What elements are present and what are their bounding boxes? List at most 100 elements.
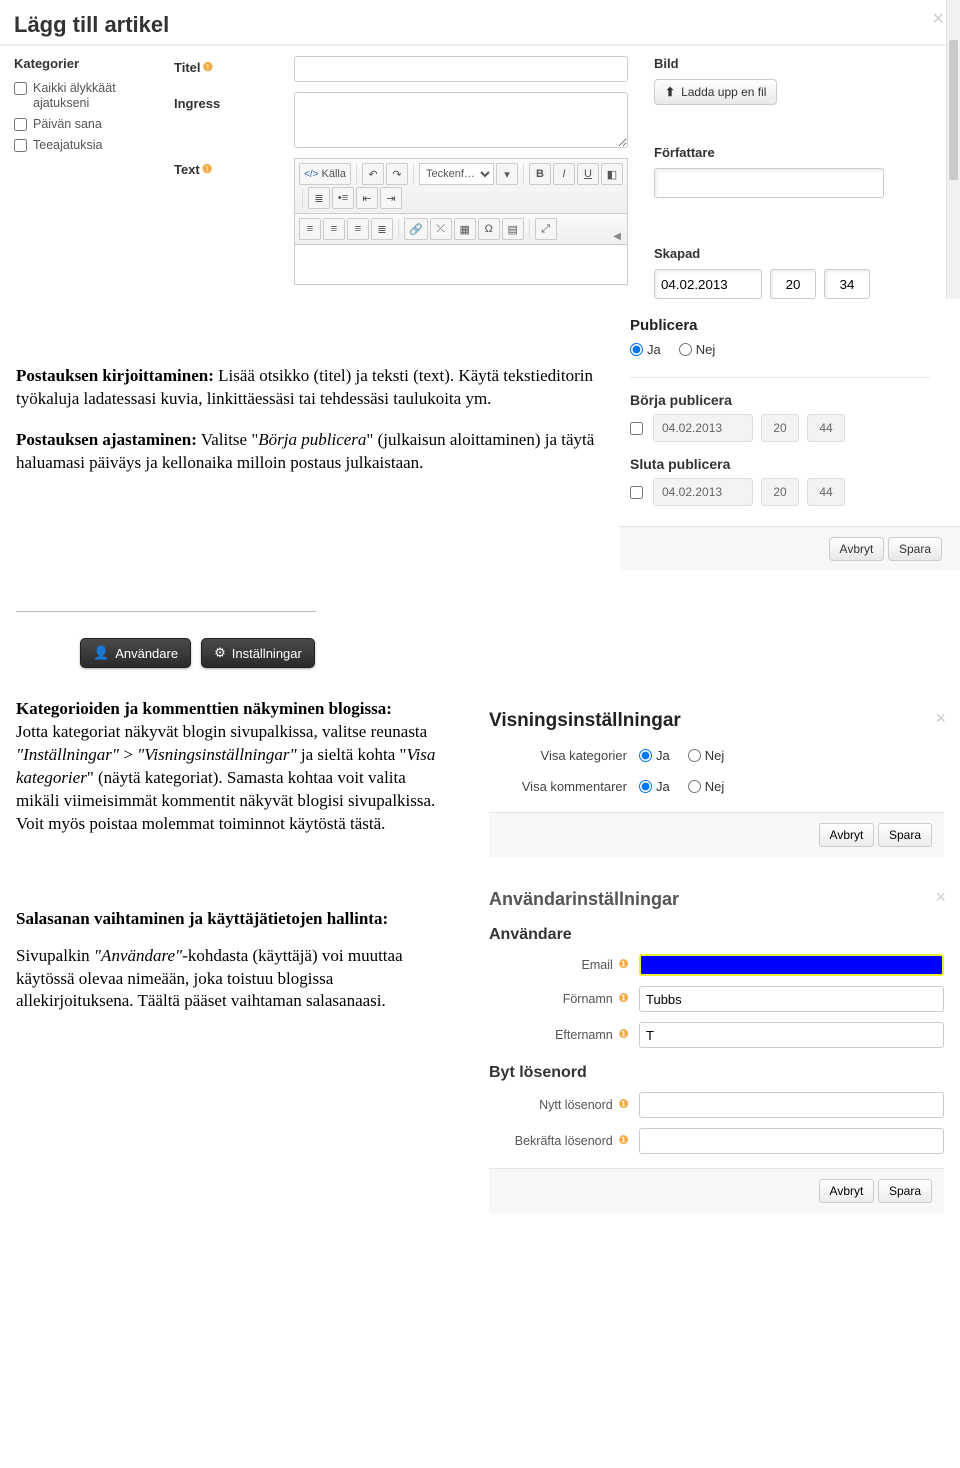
save-button[interactable]: Spara bbox=[878, 823, 932, 847]
category-item[interactable]: Päivän sana bbox=[14, 117, 174, 132]
bullet-list-icon[interactable]: •≡ bbox=[332, 187, 354, 209]
align-center-icon[interactable]: ≡ bbox=[323, 218, 345, 240]
category-checkbox[interactable] bbox=[14, 118, 27, 131]
ingress-textarea[interactable] bbox=[294, 92, 628, 148]
start-publish-checkbox[interactable] bbox=[630, 422, 643, 435]
upload-button[interactable]: ⬆Ladda upp en fil bbox=[654, 79, 777, 105]
created-minute-input[interactable] bbox=[824, 269, 870, 299]
end-minute[interactable]: 44 bbox=[807, 478, 845, 506]
end-publish-checkbox[interactable] bbox=[630, 486, 643, 499]
align-justify-icon[interactable]: ≣ bbox=[371, 218, 393, 240]
link-icon[interactable]: 🔗 bbox=[404, 218, 428, 240]
publish-schedule: Börja publicera 04.02.2013 20 44 Sluta p… bbox=[630, 392, 930, 506]
title-input[interactable] bbox=[294, 56, 628, 82]
required-icon: ❶ bbox=[618, 1097, 629, 1111]
image-icon[interactable]: ▦ bbox=[454, 218, 476, 240]
firstname-input[interactable] bbox=[639, 986, 944, 1012]
instruction-paragraph-2: Kategorioiden ja kommenttien näkyminen b… bbox=[0, 698, 455, 836]
underline-icon[interactable]: U bbox=[577, 163, 599, 185]
user-button[interactable]: 👤Användare bbox=[80, 638, 191, 668]
show-comments-yes[interactable]: Ja bbox=[639, 779, 670, 794]
outdent-icon[interactable]: ⇤ bbox=[356, 187, 378, 209]
created-date-input[interactable] bbox=[654, 269, 762, 299]
source-button[interactable]: </> Källa bbox=[299, 163, 351, 185]
show-comments-no[interactable]: Nej bbox=[688, 779, 725, 794]
numbered-list-icon[interactable]: ≣ bbox=[308, 187, 330, 209]
settings-button[interactable]: ⚙Inställningar bbox=[201, 638, 315, 668]
confirm-password-label: Bekräfta lösenord ❶ bbox=[489, 1134, 639, 1148]
display-settings-footer: Avbryt Spara bbox=[489, 812, 944, 857]
save-button[interactable]: Spara bbox=[878, 1179, 932, 1203]
add-article-dialog: Lägg till artikel × Kategorier Kaikki äl… bbox=[0, 0, 960, 299]
end-publish-label: Sluta publicera bbox=[630, 456, 930, 472]
ingress-label: Ingress bbox=[174, 92, 294, 111]
meta-column: Bild ⬆Ladda upp en fil Författare Skapad bbox=[644, 56, 884, 299]
created-hour-input[interactable] bbox=[770, 269, 816, 299]
undo-icon[interactable]: ↶ bbox=[362, 163, 384, 185]
text-label: Text❶ bbox=[174, 158, 294, 177]
editor-content[interactable] bbox=[294, 245, 628, 285]
start-minute[interactable]: 44 bbox=[807, 414, 845, 442]
save-button[interactable]: Spara bbox=[888, 537, 942, 561]
user-settings-panel: × Användarinställningar Användare Email … bbox=[473, 875, 960, 1213]
created-fields bbox=[654, 269, 884, 299]
close-icon[interactable]: × bbox=[935, 708, 946, 729]
display-settings-title: Visningsinställningar bbox=[489, 710, 944, 732]
section-divider bbox=[16, 611, 316, 612]
omega-icon[interactable]: Ω bbox=[478, 218, 500, 240]
show-categories-no[interactable]: Nej bbox=[688, 748, 725, 763]
password-subheading: Byt lösenord bbox=[489, 1064, 944, 1082]
collapse-toolbar-icon[interactable]: ◀ bbox=[613, 231, 621, 242]
publish-heading: Publicera bbox=[630, 317, 930, 334]
lastname-input[interactable] bbox=[639, 1022, 944, 1048]
dialog-scrollbar[interactable] bbox=[946, 0, 960, 299]
new-password-label: Nytt lösenord ❶ bbox=[489, 1098, 639, 1112]
instruction-paragraph-3: Salasanan vaihtaminen ja käyttäjätietoje… bbox=[0, 908, 455, 1014]
user-settings-title: Användarinställningar bbox=[489, 889, 944, 910]
start-publish-label: Börja publicera bbox=[630, 392, 930, 408]
required-icon: ❶ bbox=[618, 1133, 629, 1147]
dialog-title: Lägg till artikel bbox=[14, 12, 946, 38]
end-date[interactable]: 04.02.2013 bbox=[653, 478, 753, 506]
category-item[interactable]: Teeajatuksia bbox=[14, 138, 174, 153]
cancel-button[interactable]: Avbryt bbox=[819, 1179, 875, 1203]
cancel-button[interactable]: Avbryt bbox=[829, 537, 885, 561]
required-icon: ❶ bbox=[618, 991, 629, 1005]
close-icon[interactable]: × bbox=[935, 887, 946, 908]
unlink-icon[interactable]: ⤫ bbox=[430, 218, 452, 240]
align-right-icon[interactable]: ≡ bbox=[347, 218, 369, 240]
category-item[interactable]: Kaikki älykkäät ajatukseni bbox=[14, 81, 174, 111]
categories-label: Kategorier bbox=[14, 56, 174, 71]
author-input[interactable] bbox=[654, 168, 884, 198]
editor-column: Titel❶ Ingress Text❶ </> Källa ↶ ↷ Tecke… bbox=[174, 56, 644, 299]
redo-icon[interactable]: ↷ bbox=[386, 163, 408, 185]
publish-no[interactable]: Nej bbox=[679, 342, 716, 357]
font-select[interactable]: Teckenf… bbox=[419, 163, 494, 185]
new-password-input[interactable] bbox=[639, 1092, 944, 1118]
color-icon[interactable]: ◧ bbox=[601, 163, 623, 185]
font-dropdown-icon[interactable]: ▾ bbox=[496, 163, 518, 185]
firstname-label: Förnamn ❶ bbox=[489, 992, 639, 1006]
align-left-icon[interactable]: ≡ bbox=[299, 218, 321, 240]
cancel-button[interactable]: Avbryt bbox=[819, 823, 875, 847]
bold-icon[interactable]: B bbox=[529, 163, 551, 185]
table-icon[interactable]: ▤ bbox=[502, 218, 524, 240]
title-label: Titel❶ bbox=[174, 56, 294, 75]
close-icon[interactable]: × bbox=[932, 8, 944, 31]
maximize-icon[interactable]: ⤢ bbox=[535, 218, 557, 240]
publish-yes[interactable]: Ja bbox=[630, 342, 661, 357]
email-field-redacted[interactable] bbox=[639, 954, 944, 976]
display-settings-panel: × Visningsinställningar Visa kategorier … bbox=[473, 698, 960, 857]
start-date[interactable]: 04.02.2013 bbox=[653, 414, 753, 442]
category-checkbox[interactable] bbox=[14, 139, 27, 152]
category-checkbox[interactable] bbox=[14, 82, 27, 95]
italic-icon[interactable]: I bbox=[553, 163, 575, 185]
start-hour[interactable]: 20 bbox=[761, 414, 799, 442]
dialog-header: Lägg till artikel × bbox=[0, 0, 960, 46]
author-label: Författare bbox=[654, 145, 884, 160]
confirm-password-input[interactable] bbox=[639, 1128, 944, 1154]
end-hour[interactable]: 20 bbox=[761, 478, 799, 506]
upload-icon: ⬆ bbox=[665, 85, 675, 99]
show-categories-yes[interactable]: Ja bbox=[639, 748, 670, 763]
indent-icon[interactable]: ⇥ bbox=[380, 187, 402, 209]
